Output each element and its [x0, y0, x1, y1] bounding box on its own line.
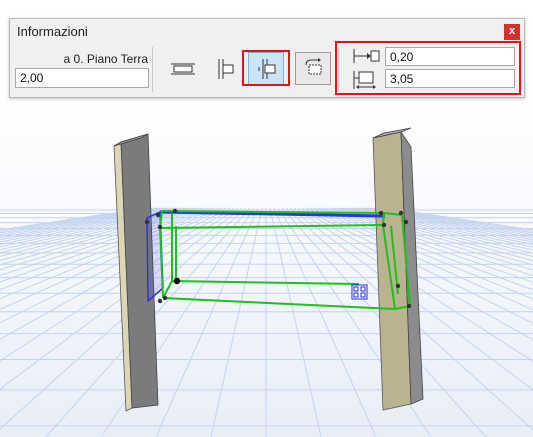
- depth-field[interactable]: [385, 69, 515, 88]
- panel-titlebar[interactable]: Informazioni x: [10, 19, 524, 43]
- custom-position-icon: [305, 58, 322, 75]
- opening-depth-icon: [353, 71, 376, 89]
- selected-opening-box[interactable]: [159, 210, 411, 310]
- anchor-left-side-icon: [218, 59, 234, 79]
- height-field[interactable]: [15, 68, 149, 88]
- floor-label: a 0. Piano Terra: [63, 52, 149, 66]
- separator: [152, 47, 153, 92]
- close-button[interactable]: x: [504, 24, 520, 40]
- custom-position-button[interactable]: [295, 52, 331, 85]
- 3d-viewport[interactable]: [0, 98, 533, 437]
- ground-grid: [0, 207, 533, 437]
- highlight-anchor-center: [242, 50, 290, 86]
- anchor-both-sides-icon: [171, 63, 195, 75]
- panel-title: Informazioni: [17, 24, 88, 39]
- info-panel: Informazioni x a 0. Piano Terra: [9, 18, 525, 98]
- 3d-scene[interactable]: [0, 98, 533, 437]
- anchor-both-sides-button[interactable]: [164, 52, 200, 85]
- offset-field[interactable]: [385, 47, 515, 66]
- element-id-marker-icon[interactable]: [351, 284, 368, 300]
- anchor-side-button[interactable]: [206, 52, 242, 85]
- right-wall[interactable]: [372, 127, 424, 411]
- offset-distance-icon: [353, 49, 380, 63]
